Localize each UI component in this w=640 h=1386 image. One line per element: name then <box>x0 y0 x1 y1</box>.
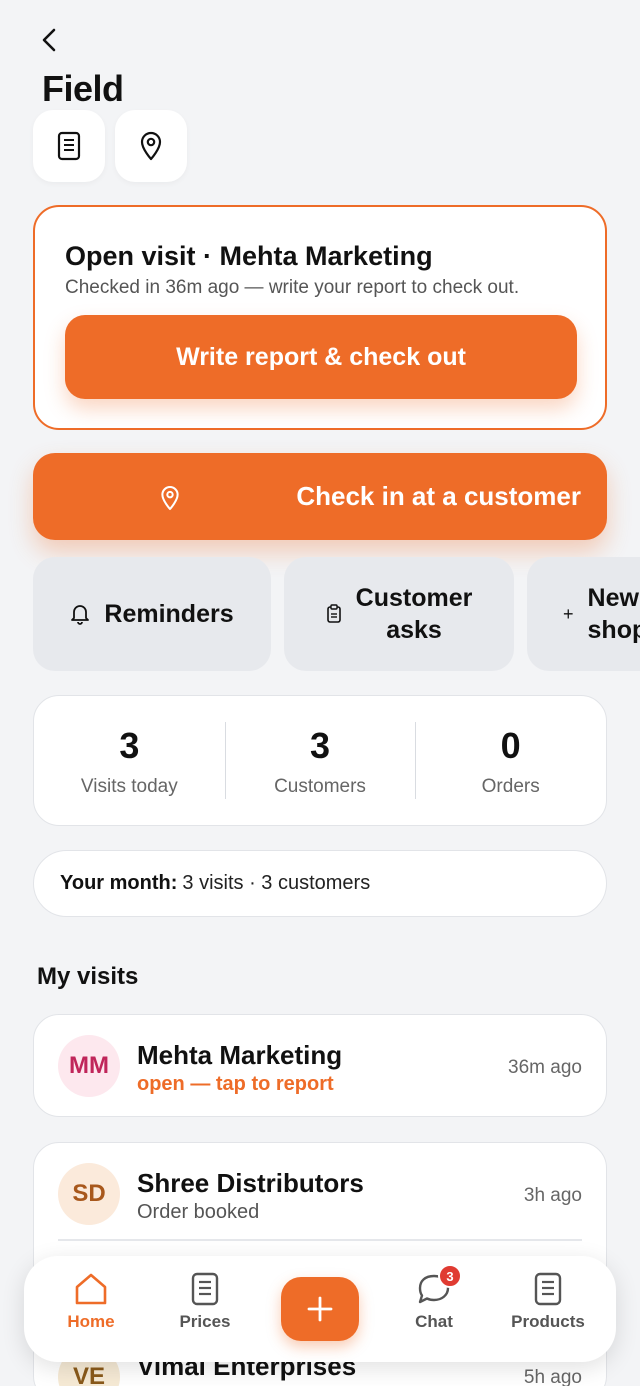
nav-home-label: Home <box>67 1312 115 1331</box>
new-shop-button[interactable]: + New shop <box>527 557 640 671</box>
back-button[interactable] <box>34 24 66 56</box>
visit-time: 36m ago <box>508 1057 582 1078</box>
plus-icon: + <box>563 604 574 624</box>
stat-value: 3 <box>119 724 140 766</box>
home-icon <box>75 1273 107 1305</box>
add-button[interactable] <box>281 1277 359 1341</box>
stat-value: 0 <box>500 724 521 766</box>
stat-value: 3 <box>309 724 331 766</box>
clipboard-icon <box>326 604 341 623</box>
stats-card: 3 Visits today 3 Customers 0 Orders <box>33 695 607 826</box>
check-in-label: Check in at a customer <box>296 481 581 511</box>
open-visit-title: Open visit · Mehta Marketing <box>65 241 433 271</box>
visit-item-mehta[interactable]: MM Mehta Marketing open — tap to report … <box>33 1014 607 1117</box>
stat-label: Orders <box>481 775 540 797</box>
customer-asks-button[interactable]: Customer asks <box>284 557 514 671</box>
document-icon <box>57 131 81 161</box>
chat-badge: 3 <box>438 1264 462 1288</box>
nav-home[interactable]: Home <box>41 1272 141 1332</box>
page-title: Field <box>42 68 124 109</box>
stat-label: Visits today <box>80 775 178 797</box>
visit-status: open — tap to report <box>137 1073 334 1095</box>
avatar: MM <box>58 1035 120 1097</box>
open-visit-card[interactable]: Open visit · Mehta Marketing Checked in … <box>33 205 607 430</box>
reminders-label: Reminders <box>104 600 234 628</box>
map-pin-icon <box>161 486 179 511</box>
write-report-button[interactable]: Write report & check out <box>65 315 577 399</box>
stat-label: Customers <box>274 775 366 797</box>
quick-actions-row[interactable]: Reminders Customer asks + New shop <box>0 557 640 671</box>
new-shop-label: New shop <box>587 584 640 644</box>
nav-prices[interactable]: Prices <box>155 1272 255 1332</box>
customer-asks-label: Customer asks <box>355 584 473 644</box>
bell-icon <box>71 605 90 625</box>
visit-name: Mehta Marketing <box>137 1040 343 1070</box>
nav-products[interactable]: Products <box>498 1272 598 1332</box>
nav-prices-label: Prices <box>179 1312 231 1331</box>
month-summary-label: Your month: <box>60 872 178 894</box>
nav-products-label: Products <box>511 1312 585 1331</box>
avatar: SD <box>58 1163 120 1225</box>
month-summary-value: 3 visits · 3 customers <box>182 872 371 894</box>
visit-time: 3h ago <box>523 1185 582 1206</box>
month-summary: Your month: 3 visits · 3 customers <box>33 850 607 917</box>
document-icon <box>191 1272 219 1306</box>
reminders-button[interactable]: Reminders <box>33 557 271 671</box>
document-icon <box>534 1272 562 1306</box>
plus-icon <box>307 1296 333 1322</box>
check-in-button[interactable]: Check in at a customer <box>33 453 607 540</box>
visit-name: Shree Distributors <box>137 1168 364 1198</box>
stat-customers: 3 Customers <box>224 696 416 825</box>
map-pin-icon <box>140 131 162 161</box>
bottom-nav: Home Prices 3 Chat Products <box>24 1256 616 1362</box>
open-visit-subtitle: Checked in 36m ago — write your report t… <box>65 277 520 298</box>
chevron-left-icon <box>42 28 56 52</box>
map-button[interactable] <box>115 110 187 182</box>
visit-item-shree[interactable]: SD Shree Distributors Order booked 3h ag… <box>34 1143 606 1239</box>
reports-button[interactable] <box>33 110 105 182</box>
stat-orders: 0 Orders <box>415 696 606 825</box>
nav-chat-label: Chat <box>415 1312 453 1331</box>
stat-visits-today: 3 Visits today <box>34 696 225 825</box>
visit-time: 5h ago <box>523 1367 582 1386</box>
my-visits-title: My visits <box>37 963 139 990</box>
nav-chat[interactable]: 3 Chat <box>384 1264 484 1332</box>
visit-status: Order booked <box>137 1201 260 1223</box>
